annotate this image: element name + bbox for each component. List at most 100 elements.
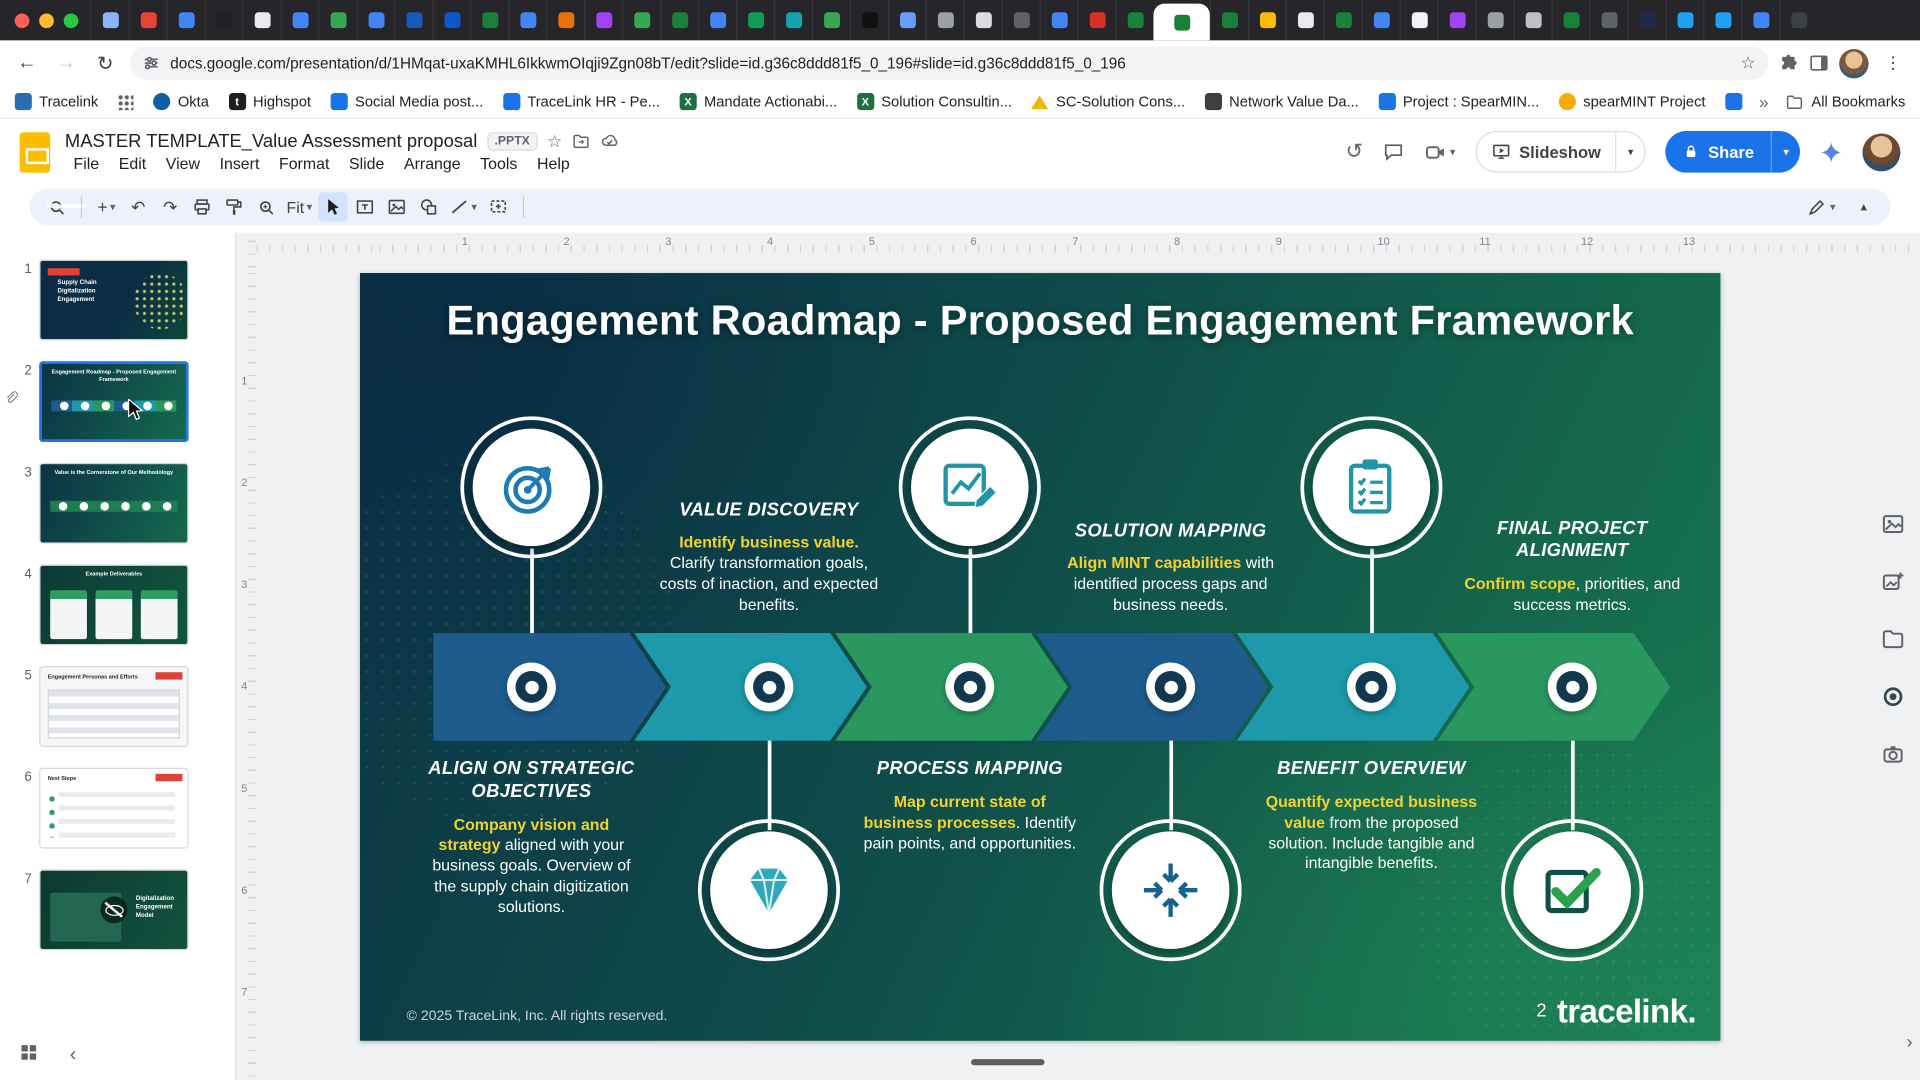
collapse-filmstrip-chevron-icon[interactable]: ‹ (70, 1044, 77, 1066)
browser-tab[interactable] (280, 0, 318, 40)
browser-tab[interactable] (850, 0, 888, 40)
browser-tab[interactable] (888, 0, 926, 40)
bookmark-item[interactable]: SC-Solution Cons... (1032, 93, 1186, 110)
chevron-node[interactable] (1347, 662, 1396, 711)
browser-tab[interactable] (1286, 0, 1324, 40)
bookmark-item[interactable]: spearMINT Project (1559, 93, 1706, 110)
slide-thumbnail[interactable]: Example Deliverables (39, 564, 188, 645)
cloud-saved-icon[interactable] (600, 131, 620, 151)
insert-line-icon[interactable]: ▾ (446, 192, 481, 221)
browser-tab[interactable] (736, 0, 774, 40)
grid-view-icon[interactable] (20, 1043, 38, 1067)
bookmark-item[interactable]: XSolution Consultin... (857, 93, 1012, 110)
zoom-icon[interactable] (251, 192, 280, 221)
collapse-toolbar-chevron-icon[interactable]: ▴ (1849, 192, 1878, 221)
browser-tab[interactable] (1362, 0, 1400, 40)
menu-file[interactable]: File (65, 152, 108, 173)
bookmark-item[interactable]: tHighspot (228, 93, 311, 110)
browser-tab[interactable] (1078, 0, 1116, 40)
undo-icon[interactable]: ↶ (124, 192, 153, 221)
browser-tab[interactable] (1589, 0, 1627, 40)
browser-tab[interactable] (318, 0, 356, 40)
browser-tab[interactable] (508, 0, 546, 40)
bookmark-star-icon[interactable]: ☆ (1741, 53, 1756, 74)
reload-icon[interactable]: ↻ (91, 48, 120, 77)
browser-tab[interactable] (1116, 0, 1154, 40)
browser-tab[interactable] (660, 0, 698, 40)
slideshow-button[interactable]: Slideshow ▾ (1475, 131, 1646, 173)
browser-profile-avatar[interactable] (1839, 48, 1868, 77)
menu-insert[interactable]: Insert (211, 152, 268, 173)
step-icon-circle[interactable] (698, 819, 840, 961)
browser-tab[interactable] (1040, 0, 1078, 40)
profile-avatar[interactable] (1862, 133, 1900, 171)
record-icon[interactable] (1881, 684, 1905, 715)
browser-tab[interactable] (432, 0, 470, 40)
side-panel-icon[interactable] (1809, 53, 1830, 74)
step-icon-circle[interactable] (899, 416, 1041, 558)
browser-tab[interactable] (774, 0, 812, 40)
bookmark-item[interactable]: Okta (153, 93, 209, 110)
browser-tab[interactable] (926, 0, 964, 40)
share-button[interactable]: Share ▾ (1665, 131, 1800, 173)
menu-arrange[interactable]: Arrange (395, 152, 469, 173)
menu-format[interactable]: Format (270, 152, 338, 173)
select-tool-icon[interactable] (318, 192, 347, 221)
browser-tab[interactable] (1438, 0, 1476, 40)
slide-thumbnail[interactable]: Next Steps (39, 768, 188, 849)
browser-tab[interactable] (394, 0, 432, 40)
slide-thumbnail[interactable]: Supply Chain Digitalization Engagement (39, 260, 188, 341)
forward-icon[interactable]: → (51, 48, 80, 77)
slide-thumbnail[interactable]: Digitalization Engagement Model (39, 869, 188, 950)
version-history-icon[interactable]: ↺ (1346, 140, 1363, 164)
bookmarks-overflow-chevron[interactable]: » (1749, 92, 1778, 112)
browser-tab[interactable] (964, 0, 1002, 40)
slide-page[interactable]: Engagement Roadmap - Proposed Engagement… (360, 273, 1720, 1041)
tracelink-logo[interactable]: tracelink. (1557, 993, 1696, 1031)
browser-tab[interactable] (1551, 0, 1589, 40)
image-icon[interactable] (1881, 512, 1905, 543)
browser-tab[interactable] (91, 0, 129, 40)
redo-icon[interactable]: ↷ (156, 192, 185, 221)
browser-tab[interactable] (812, 0, 850, 40)
meet-camera-icon[interactable]: ▾ (1424, 140, 1455, 163)
back-icon[interactable]: ← (12, 48, 41, 77)
browser-tab[interactable] (1513, 0, 1551, 40)
step-icon-circle[interactable] (1501, 819, 1643, 961)
menu-tools[interactable]: Tools (472, 152, 526, 173)
browser-tab[interactable] (470, 0, 508, 40)
zoom-select[interactable]: Fit▾ (283, 192, 316, 221)
browser-tab[interactable] (1400, 0, 1438, 40)
pen-tool-icon[interactable]: ▾ (1804, 192, 1839, 221)
step-icon-circle[interactable] (1100, 819, 1242, 961)
slide-footer-copyright[interactable]: © 2025 TraceLink, Inc. All rights reserv… (407, 1009, 668, 1024)
chevron-down-icon[interactable]: ▾ (1450, 145, 1456, 158)
browser-tab[interactable] (1248, 0, 1286, 40)
bookmark-item[interactable]: Social Media post... (331, 93, 484, 110)
browser-tab[interactable] (546, 0, 584, 40)
browser-tab[interactable] (1153, 4, 1209, 41)
url-text[interactable]: docs.google.com/presentation/d/1HMqat-ux… (170, 54, 1731, 71)
bookmark-item[interactable]: Tracelink (15, 93, 99, 110)
browser-tab[interactable] (584, 0, 622, 40)
slideshow-dropdown-chevron[interactable]: ▾ (1616, 132, 1645, 171)
add-image-icon[interactable] (1881, 569, 1905, 600)
browser-tab[interactable] (1627, 0, 1665, 40)
star-icon[interactable]: ☆ (547, 130, 562, 151)
browser-tab[interactable] (356, 0, 394, 40)
browser-tab[interactable] (129, 0, 167, 40)
menu-edit[interactable]: Edit (110, 152, 155, 173)
slide-thumbnail[interactable]: Engagement Roadmap - Proposed Engagement… (39, 361, 188, 442)
bookmark-item[interactable]: Project : SpearMIN... (1378, 93, 1539, 110)
browser-tab[interactable] (1741, 0, 1779, 40)
chevron-node[interactable] (507, 662, 556, 711)
browser-tab[interactable] (1002, 0, 1040, 40)
close-window-icon[interactable] (15, 13, 30, 28)
step-text[interactable]: PROCESS MAPPINGMap current state of busi… (860, 758, 1080, 944)
browser-tab[interactable] (167, 0, 205, 40)
paint-format-icon[interactable] (219, 192, 248, 221)
url-bar[interactable]: docs.google.com/presentation/d/1HMqat-ux… (130, 47, 1768, 80)
step-icon-circle[interactable] (1300, 416, 1442, 558)
expand-chevron-icon[interactable]: › (1907, 1032, 1913, 1053)
insert-placeholder-icon[interactable] (483, 192, 512, 221)
